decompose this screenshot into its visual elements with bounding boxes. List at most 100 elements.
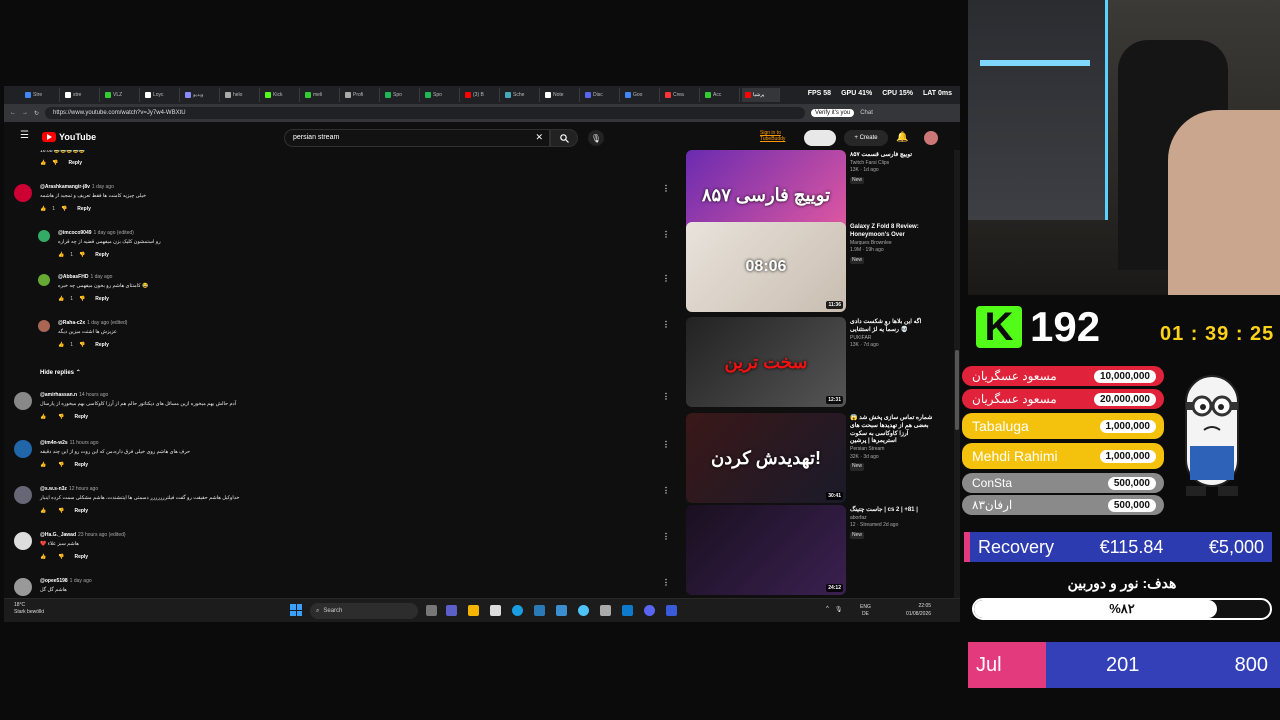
video-duration: 11:36 bbox=[826, 301, 843, 309]
goal-percent: %۸۲ bbox=[1109, 601, 1135, 616]
scrollbar[interactable] bbox=[954, 150, 960, 622]
video-title[interactable]: اگه این بلاها رو شکست دادی رسماً یه لژ ا… bbox=[850, 319, 934, 335]
video-meta: Galaxy Z Fold 8 Review: Honeymoon's Over… bbox=[850, 224, 934, 265]
video-duration: 30:41 bbox=[826, 492, 843, 500]
clock-time: 22:05 bbox=[918, 603, 932, 609]
streamer bbox=[1168, 110, 1280, 295]
clock-date: 01/08/2026 bbox=[906, 610, 932, 617]
donation-amount: 500,000 bbox=[1107, 498, 1156, 512]
donor-name: ConSta bbox=[972, 476, 1013, 490]
recovery-goal-bar: Recovery €115.84 €5,000 bbox=[964, 532, 1272, 562]
video-meta: جاست چتینگ | cs 2 | +81 | aborfaz 12 · S… bbox=[850, 507, 934, 540]
video-thumbnail[interactable]: 24:12 bbox=[686, 505, 846, 595]
donation-row: ارفان۸۳ 500,000 bbox=[962, 495, 1164, 515]
month-values: 201 800 bbox=[1046, 642, 1280, 688]
weather-widget[interactable]: 18°C Stark bewölkt bbox=[14, 602, 44, 616]
video-title[interactable]: جاست چتینگ | cs 2 | +81 | bbox=[850, 507, 934, 515]
viewer-count: 192 bbox=[1030, 303, 1101, 350]
task-view-icon[interactable] bbox=[426, 605, 437, 616]
edge-icon[interactable] bbox=[512, 605, 523, 616]
app-icon-4[interactable] bbox=[666, 605, 677, 616]
monthly-sub-tracker: Jul 201 800 bbox=[968, 642, 1280, 688]
video-meta: شماره تماس سازی پخش شد 😱 بعضی هم از تهدی… bbox=[850, 415, 934, 471]
video-meta: اگه این بلاها رو شکست دادی رسماً یه لژ ا… bbox=[850, 319, 934, 350]
video-channel[interactable]: Marques Brownlee bbox=[850, 240, 934, 248]
related-videos: توییچ فارسی ۸۵۷ 28:10 توییچ فارسی قسمت ۸… bbox=[4, 86, 960, 598]
video-duration: 24:12 bbox=[826, 584, 843, 592]
goal-title: هدف: نور و دوربین bbox=[1067, 575, 1177, 591]
video-card[interactable]: 08:06 11:36 Galaxy Z Fold 8 Review: Hone… bbox=[686, 222, 936, 314]
language-indicator[interactable]: ENG DE bbox=[860, 604, 871, 617]
donation-amount: 10,000,000 bbox=[1093, 369, 1156, 383]
shelf-background bbox=[968, 0, 1108, 220]
clock[interactable]: 22:05 01/08/2026 bbox=[906, 603, 931, 618]
scrollbar-thumb[interactable] bbox=[955, 350, 959, 430]
teams-icon[interactable] bbox=[446, 605, 457, 616]
video-card[interactable]: 24:12 جاست چتینگ | cs 2 | +81 | aborfaz … bbox=[686, 505, 936, 597]
minion-mascot bbox=[1185, 375, 1239, 496]
video-thumbnail[interactable]: تهدیدش کردن! 30:41 bbox=[686, 413, 846, 503]
month-label: Jul bbox=[968, 642, 1046, 688]
thumbnail-text: 08:06 bbox=[745, 258, 787, 275]
video-card[interactable]: تهدیدش کردن! 30:41 شماره تماس سازی پخش ش… bbox=[686, 413, 936, 505]
donor-name: مسعود عسگریان bbox=[972, 392, 1057, 406]
new-badge: New bbox=[850, 531, 865, 540]
month-current: 201 bbox=[1106, 653, 1140, 676]
video-title[interactable]: Galaxy Z Fold 8 Review: Honeymoon's Over bbox=[850, 224, 934, 240]
donation-row: مسعود عسگریان 10,000,000 bbox=[962, 366, 1164, 386]
weather-temp: 18°C bbox=[14, 602, 26, 608]
video-meta: توییچ فارسی قسمت ۸۵۷ Twitch Farsi Clips … bbox=[850, 152, 934, 185]
taskbar-search[interactable]: ⌕ Search bbox=[310, 603, 418, 619]
video-channel[interactable]: Twitch Farsi Clips bbox=[850, 160, 934, 168]
video-stats: 1.9M · 19h ago bbox=[850, 247, 884, 254]
chrome-icon[interactable] bbox=[578, 605, 589, 616]
goal-progress-bar: %۸۲ bbox=[972, 598, 1272, 620]
video-stats: 13K · 1d ago bbox=[850, 167, 879, 174]
video-channel[interactable]: PUKIFAR bbox=[850, 335, 934, 343]
donation-amount: 500,000 bbox=[1107, 476, 1156, 490]
vscode-icon[interactable] bbox=[622, 605, 633, 616]
recovery-label: Recovery bbox=[978, 536, 1055, 557]
led-light bbox=[980, 60, 1090, 66]
month-target: 800 bbox=[1234, 653, 1268, 676]
chevron-up-icon: ^ bbox=[826, 606, 829, 612]
discord-icon[interactable] bbox=[644, 605, 655, 616]
video-card[interactable]: سخت ترین 12:31 اگه این بلاها رو شکست داد… bbox=[686, 317, 936, 409]
weather-desc: Stark bewölkt bbox=[14, 609, 45, 615]
donation-row: مسعود عسگریان 20,000,000 bbox=[962, 389, 1164, 409]
video-thumbnail[interactable]: 08:06 11:36 bbox=[686, 222, 846, 312]
video-title[interactable]: شماره تماس سازی پخش شد 😱 بعضی هم از تهدی… bbox=[850, 415, 934, 446]
video-channel[interactable]: aborfaz bbox=[850, 515, 934, 523]
windows-start-icon[interactable] bbox=[290, 604, 302, 616]
donor-name: ارفان۸۳ bbox=[972, 498, 1013, 512]
donation-row: Tabaluga 1,000,000 bbox=[962, 413, 1164, 439]
system-tray[interactable]: ^ 🎙 bbox=[826, 606, 842, 613]
thumbnail-text: تهدیدش کردن! bbox=[711, 447, 821, 468]
donor-name: Tabaluga bbox=[972, 418, 1029, 434]
taskbar: 18°C Stark bewölkt ⌕ Search ^ 🎙 ENG DE 22:0… bbox=[4, 598, 960, 622]
app-icon-3[interactable] bbox=[600, 605, 611, 616]
kick-viewer-box: K 192 bbox=[976, 303, 1100, 351]
store-icon[interactable] bbox=[490, 605, 501, 616]
thumbnail-text bbox=[686, 505, 846, 595]
mic-icon: 🎙 bbox=[834, 607, 843, 613]
new-badge: New bbox=[850, 463, 865, 471]
donation-amount: 1,000,000 bbox=[1099, 449, 1156, 463]
video-stats: 13K · 7d ago bbox=[850, 342, 879, 349]
webcam-feed bbox=[968, 0, 1280, 295]
lang-secondary: DE bbox=[861, 610, 869, 617]
new-badge: New bbox=[850, 256, 865, 265]
video-title[interactable]: توییچ فارسی قسمت ۸۵۷ bbox=[850, 152, 934, 160]
donor-name: مسعود عسگریان bbox=[972, 369, 1057, 383]
donation-amount: 20,000,000 bbox=[1093, 392, 1156, 406]
video-channel[interactable]: Persian Stream bbox=[850, 446, 934, 454]
file-explorer-icon[interactable] bbox=[468, 605, 479, 616]
app-icon-2[interactable] bbox=[556, 605, 567, 616]
video-thumbnail[interactable]: سخت ترین 12:31 bbox=[686, 317, 846, 407]
app-icon[interactable] bbox=[534, 605, 545, 616]
taskbar-search-label: Search bbox=[323, 608, 343, 614]
stream-timer: 01 : 39 : 25 bbox=[1160, 323, 1275, 345]
donation-row: Mehdi Rahimi 1,000,000 bbox=[962, 443, 1164, 469]
recovery-target: €5,000 bbox=[1208, 536, 1264, 557]
video-duration: 12:31 bbox=[826, 396, 843, 404]
